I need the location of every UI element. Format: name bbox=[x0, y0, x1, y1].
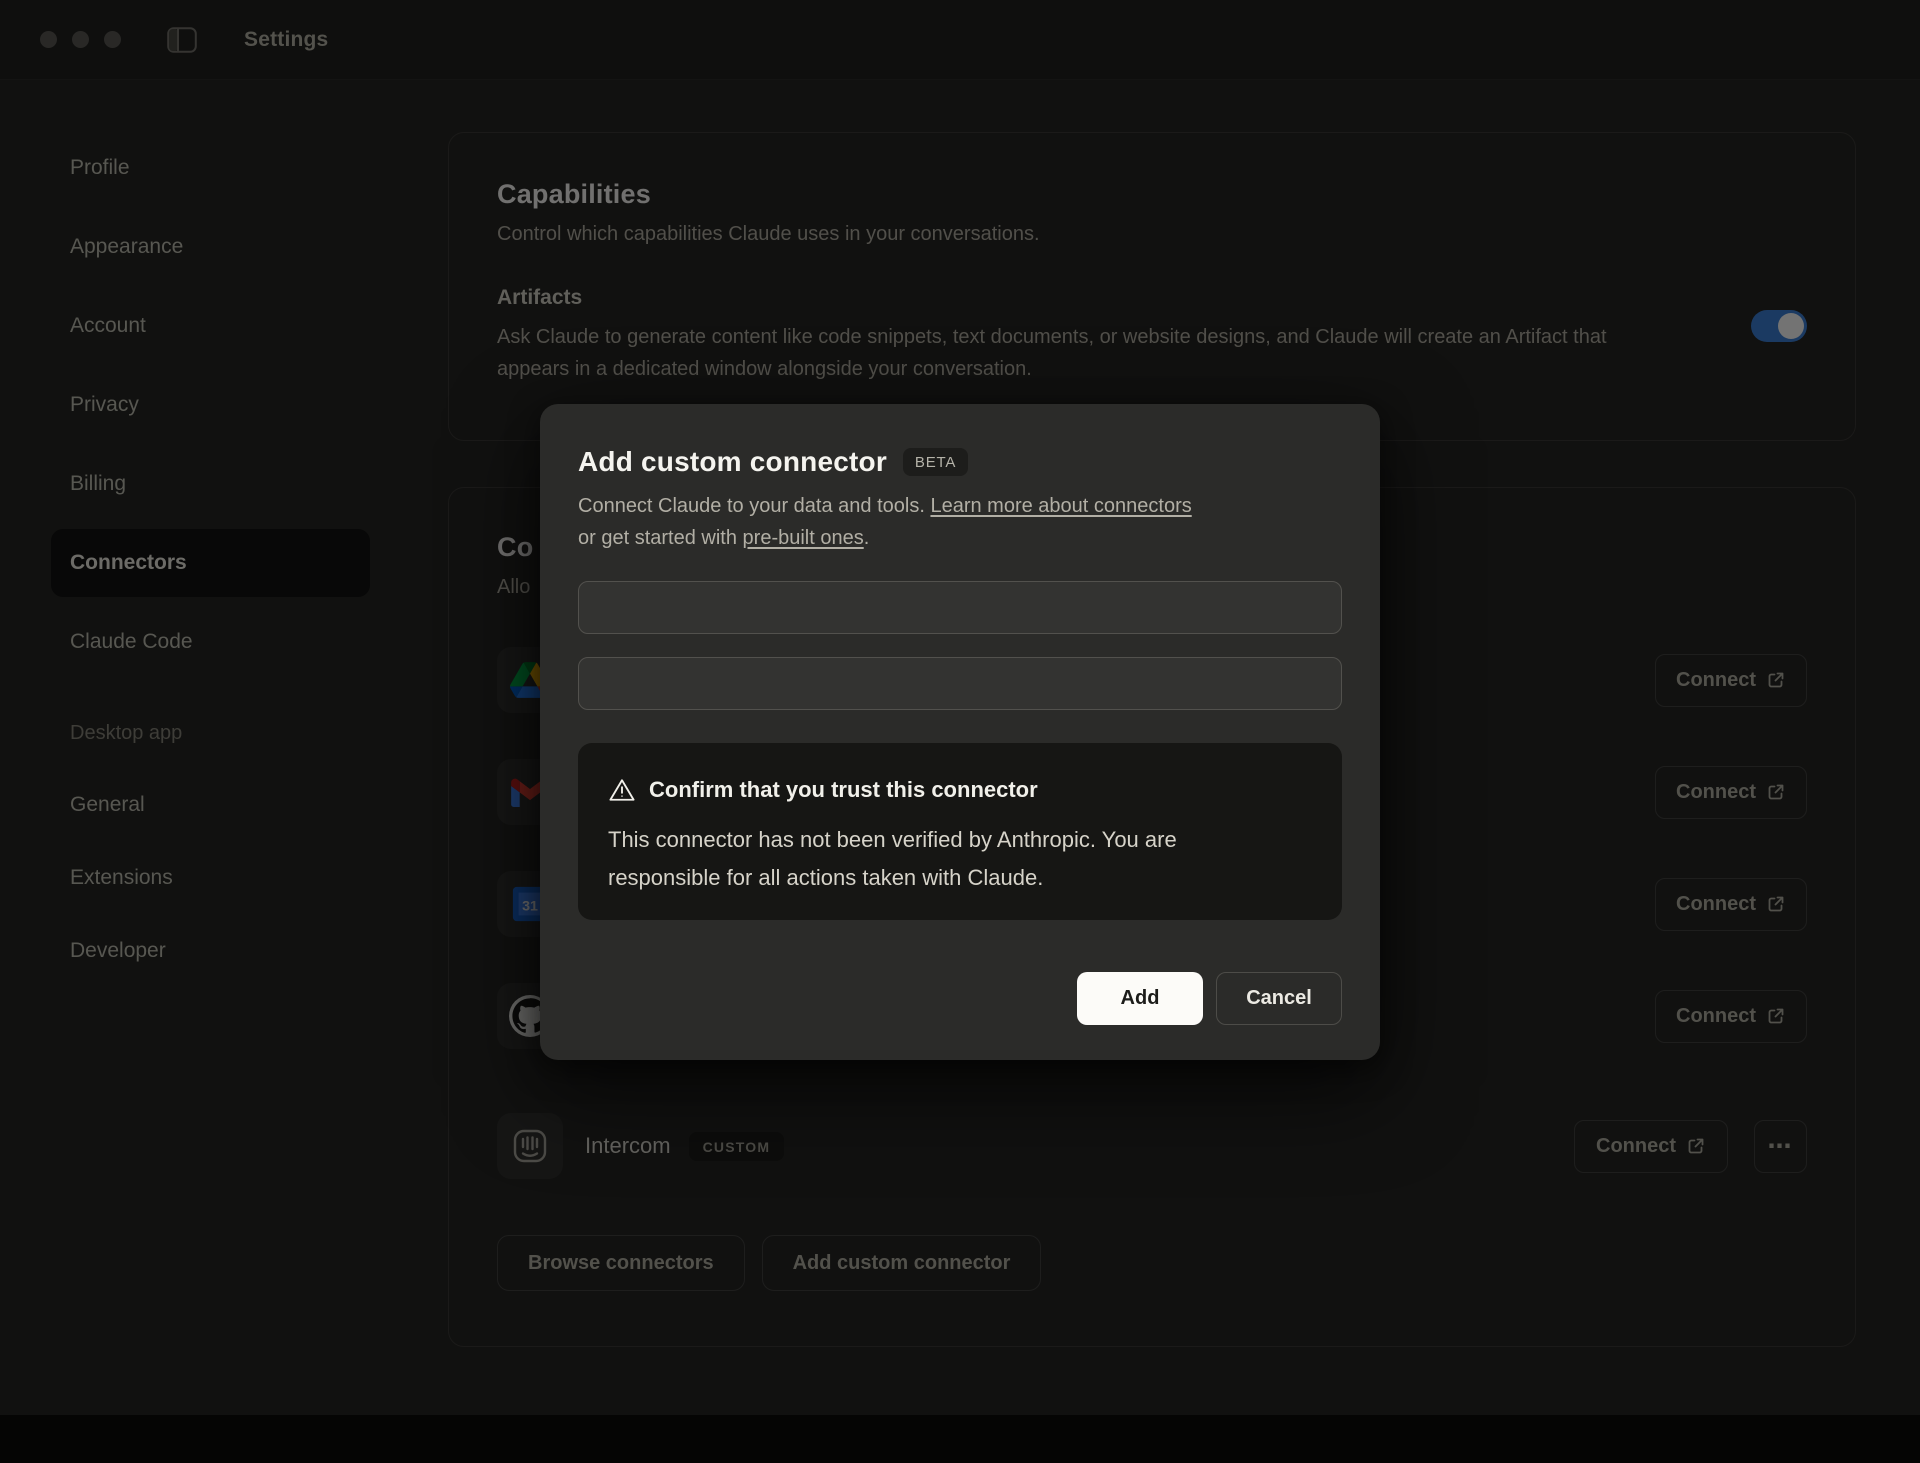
warning-title: Confirm that you trust this connector bbox=[649, 777, 1038, 803]
modal-title: Add custom connector bbox=[578, 446, 887, 478]
connector-url-input[interactable] bbox=[578, 657, 1342, 710]
learn-more-link[interactable]: Learn more about connectors bbox=[930, 495, 1191, 517]
connector-name-input[interactable] bbox=[578, 581, 1342, 634]
add-custom-connector-modal: Add custom connector BETA Connect Claude… bbox=[540, 404, 1380, 1060]
settings-window: Settings Profile Appearance Account Priv… bbox=[0, 0, 1920, 1463]
add-button[interactable]: Add bbox=[1077, 972, 1203, 1025]
pre-built-ones-link[interactable]: pre-built ones bbox=[743, 527, 864, 549]
trust-warning-box: Confirm that you trust this connector Th… bbox=[578, 743, 1342, 920]
cancel-button[interactable]: Cancel bbox=[1216, 972, 1342, 1025]
warning-body: This connector has not been verified by … bbox=[608, 821, 1226, 897]
modal-description: Connect Claude to your data and tools. L… bbox=[578, 490, 1342, 555]
modal-description-text: . bbox=[864, 527, 870, 549]
beta-badge: BETA bbox=[903, 448, 968, 476]
warning-icon bbox=[608, 777, 636, 803]
modal-description-text: or get started with bbox=[578, 527, 743, 549]
modal-description-text: Connect Claude to your data and tools. bbox=[578, 495, 930, 517]
